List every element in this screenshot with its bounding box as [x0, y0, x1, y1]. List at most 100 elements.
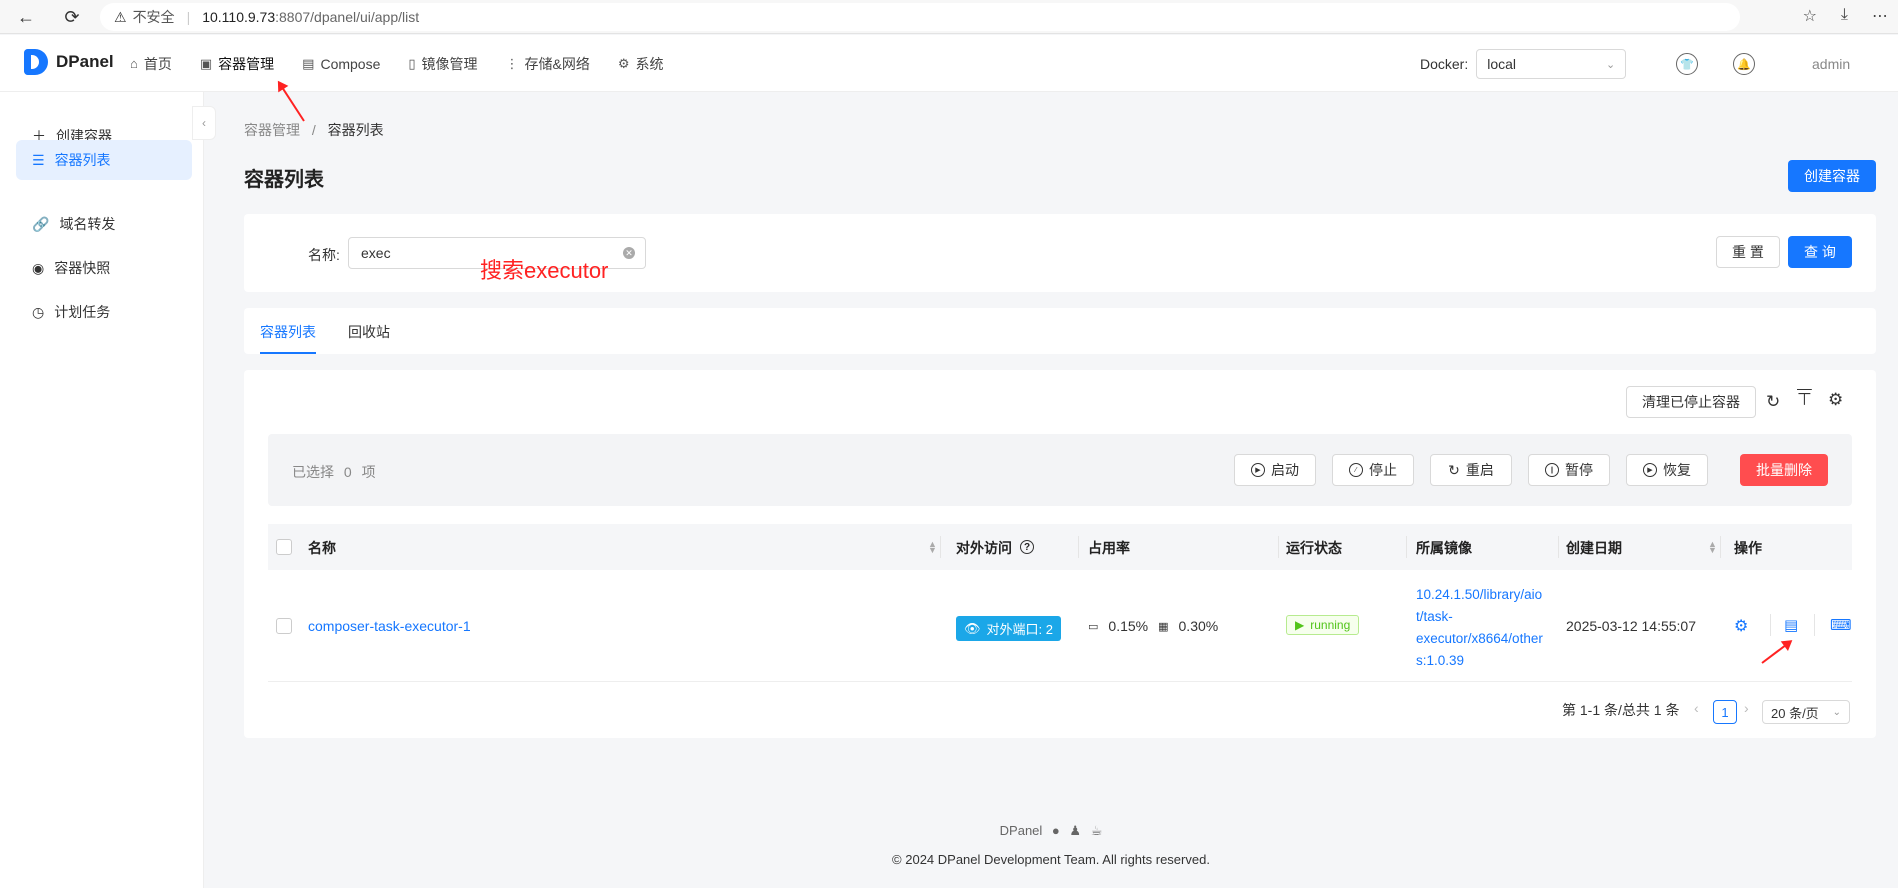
- clean-stopped-button[interactable]: 清理已停止容器: [1626, 386, 1756, 418]
- batch-delete-button[interactable]: 批量删除: [1740, 454, 1828, 486]
- sidebar-item-container-snapshot[interactable]: ◉ 容器快照: [16, 248, 192, 288]
- page-1-button[interactable]: 1: [1713, 700, 1737, 724]
- browser-toolbar: ← ⟳ ⚠ 不安全 | 10.110.9.73 :8807/dpanel/ui/…: [0, 0, 1898, 34]
- docker-value: local: [1487, 56, 1517, 72]
- image-line: 10.24.1.50/library/aio: [1416, 587, 1543, 602]
- footer-brand: DPanel ● ♟ ☕: [0, 823, 1898, 839]
- github-icon[interactable]: ●: [1052, 823, 1060, 838]
- sidebar-item-container-list[interactable]: ☰ 容器列表: [16, 140, 192, 180]
- name-label: 名称:: [308, 247, 340, 263]
- nav-image-management[interactable]: ▯ 镜像管理: [408, 54, 477, 74]
- column-divider: [1078, 536, 1079, 558]
- reset-button[interactable]: 重 置: [1716, 236, 1780, 268]
- cpu-icon: ▭: [1088, 620, 1099, 633]
- theme-icon[interactable]: 👕: [1676, 53, 1698, 75]
- user-menu[interactable]: admin: [1812, 56, 1850, 72]
- nav-system[interactable]: ⚙ 系统: [618, 54, 664, 74]
- docker-selector: Docker: local ⌄: [1420, 49, 1627, 79]
- coffee-icon[interactable]: ☕: [1091, 823, 1103, 838]
- refresh-icon[interactable]: ↻: [1766, 392, 1780, 412]
- restart-label: 重启: [1465, 462, 1494, 478]
- nav-home[interactable]: ⌂ 首页: [130, 54, 172, 74]
- stop-button[interactable]: ⁄ 停止: [1332, 454, 1414, 486]
- clear-icon[interactable]: ✕: [623, 247, 635, 259]
- back-icon[interactable]: ←: [14, 5, 38, 29]
- help-icon[interactable]: ?: [1020, 540, 1034, 554]
- page-size-select[interactable]: 20 条/页 ⌄: [1762, 700, 1850, 724]
- status-label: running: [1310, 618, 1351, 632]
- stop-label: 停止: [1369, 462, 1397, 478]
- reload-icon[interactable]: ⟳: [60, 5, 84, 29]
- select-all-checkbox[interactable]: [276, 539, 292, 555]
- status-badge: ▶ running: [1286, 615, 1360, 635]
- chevron-down-icon: ⌄: [1832, 706, 1841, 718]
- pause-button[interactable]: ∥ 暂停: [1528, 454, 1610, 486]
- sidebar-item-label: 域名转发: [59, 216, 116, 232]
- container-terminal-icon[interactable]: ⌨: [1830, 616, 1852, 634]
- download-icon[interactable]: ⤓: [1841, 6, 1848, 28]
- play-icon: ▶: [1251, 463, 1265, 477]
- start-button[interactable]: ▶ 启动: [1234, 454, 1316, 486]
- col-usage: 占用率: [1088, 540, 1130, 556]
- restart-button[interactable]: ↻ 重启: [1430, 454, 1512, 486]
- ports-tag[interactable]: 👁 对外端口: 2: [956, 616, 1061, 641]
- docker-select[interactable]: local ⌄: [1476, 49, 1627, 79]
- selection-suffix: 项: [361, 464, 376, 480]
- settings-icon[interactable]: ⚙: [1828, 390, 1843, 410]
- app-name: DPanel: [56, 52, 114, 71]
- tab-container-list[interactable]: 容器列表: [260, 322, 316, 354]
- image-icon: ▯: [408, 55, 416, 71]
- selection-info: 已选择 0 项: [292, 462, 376, 482]
- warning-icon: ⚠: [114, 8, 127, 25]
- nav-compose[interactable]: ▤ Compose: [302, 56, 380, 72]
- next-page-icon[interactable]: ›: [1744, 700, 1749, 716]
- app-logo[interactable]: DPanel: [24, 49, 114, 75]
- qq-icon[interactable]: ♟: [1069, 823, 1081, 838]
- ports-label: 对外端口: 2: [986, 622, 1053, 637]
- page-title: 容器列表: [244, 169, 324, 191]
- resume-button[interactable]: ▶ 恢复: [1626, 454, 1708, 486]
- status-cell: ▶ running: [1286, 615, 1360, 635]
- cpu-usage: 0.15%: [1108, 618, 1149, 634]
- sidebar-item-scheduled-tasks[interactable]: ◷ 计划任务: [16, 292, 192, 332]
- address-bar[interactable]: ⚠ 不安全 | 10.110.9.73 :8807/dpanel/ui/app/…: [100, 3, 1740, 31]
- sidebar-item-domain-forward[interactable]: 🔗 域名转发: [16, 204, 192, 244]
- nav-container-management[interactable]: ▣ 容器管理: [200, 54, 274, 74]
- nav-label: 系统: [635, 55, 664, 72]
- column-height-icon[interactable]: ⊤: [1797, 390, 1812, 410]
- sort-icon[interactable]: ▲ ▼: [1708, 540, 1717, 555]
- prev-page-icon[interactable]: ‹: [1694, 700, 1699, 716]
- usage-cell: ▭ 0.15% ▦ 0.30%: [1088, 618, 1218, 634]
- sidebar: ＋创建容器 ☰ 容器列表 🔗 域名转发 ◉ 容器快照 ◷ 计划任务: [0, 92, 204, 888]
- breadcrumb-parent[interactable]: 容器管理: [244, 122, 300, 138]
- favorites-icon[interactable]: ☆: [1803, 6, 1817, 28]
- tab-recycle-bin[interactable]: 回收站: [348, 322, 390, 354]
- query-button[interactable]: 查 询: [1788, 236, 1852, 268]
- breadcrumb-current: 容器列表: [327, 122, 384, 138]
- image-link[interactable]: 10.24.1.50/library/aio t/task- executor/…: [1416, 584, 1543, 672]
- nav-storage-network[interactable]: ⋮ 存储&网络: [506, 54, 590, 74]
- sidebar-collapse-button[interactable]: ‹: [192, 106, 216, 140]
- clock-icon: ◷: [32, 303, 45, 320]
- col-image: 所属镜像: [1416, 540, 1472, 556]
- row-checkbox[interactable]: [276, 618, 292, 634]
- col-status: 运行状态: [1286, 540, 1342, 556]
- col-created[interactable]: 创建日期: [1566, 538, 1622, 558]
- container-logs-icon[interactable]: ▤: [1784, 616, 1798, 634]
- bell-icon[interactable]: 🔔: [1733, 53, 1755, 75]
- search-value: exec: [361, 245, 391, 261]
- container-settings-icon[interactable]: ⚙: [1734, 616, 1748, 636]
- col-name[interactable]: 名称: [308, 538, 336, 558]
- container-table: 名称 ▲ ▼ 对外访问 ? 占用率 运行状态 所属镜像 创建日期 ▲ ▼ 操作 co…: [268, 524, 1852, 682]
- tabs-card: [244, 308, 1876, 354]
- more-icon[interactable]: ⋯: [1872, 6, 1888, 28]
- create-container-button[interactable]: 创建容器: [1788, 160, 1876, 192]
- pagination-summary: 第 1-1 条/总共 1 条: [1562, 702, 1680, 718]
- url-host: 10.110.9.73: [202, 9, 276, 25]
- search-annotation: 搜索executor: [480, 258, 609, 283]
- container-name-link[interactable]: composer-task-executor-1: [308, 618, 471, 634]
- memory-usage: 0.30%: [1178, 618, 1219, 634]
- batch-toolbar: 已选择 0 项 ▶ 启动 ⁄ 停止 ↻ 重启 ∥ 暂停 ▶ 恢复 批量删除: [268, 434, 1852, 506]
- sort-icon[interactable]: ▲ ▼: [928, 540, 937, 555]
- pause-label: 暂停: [1565, 462, 1593, 478]
